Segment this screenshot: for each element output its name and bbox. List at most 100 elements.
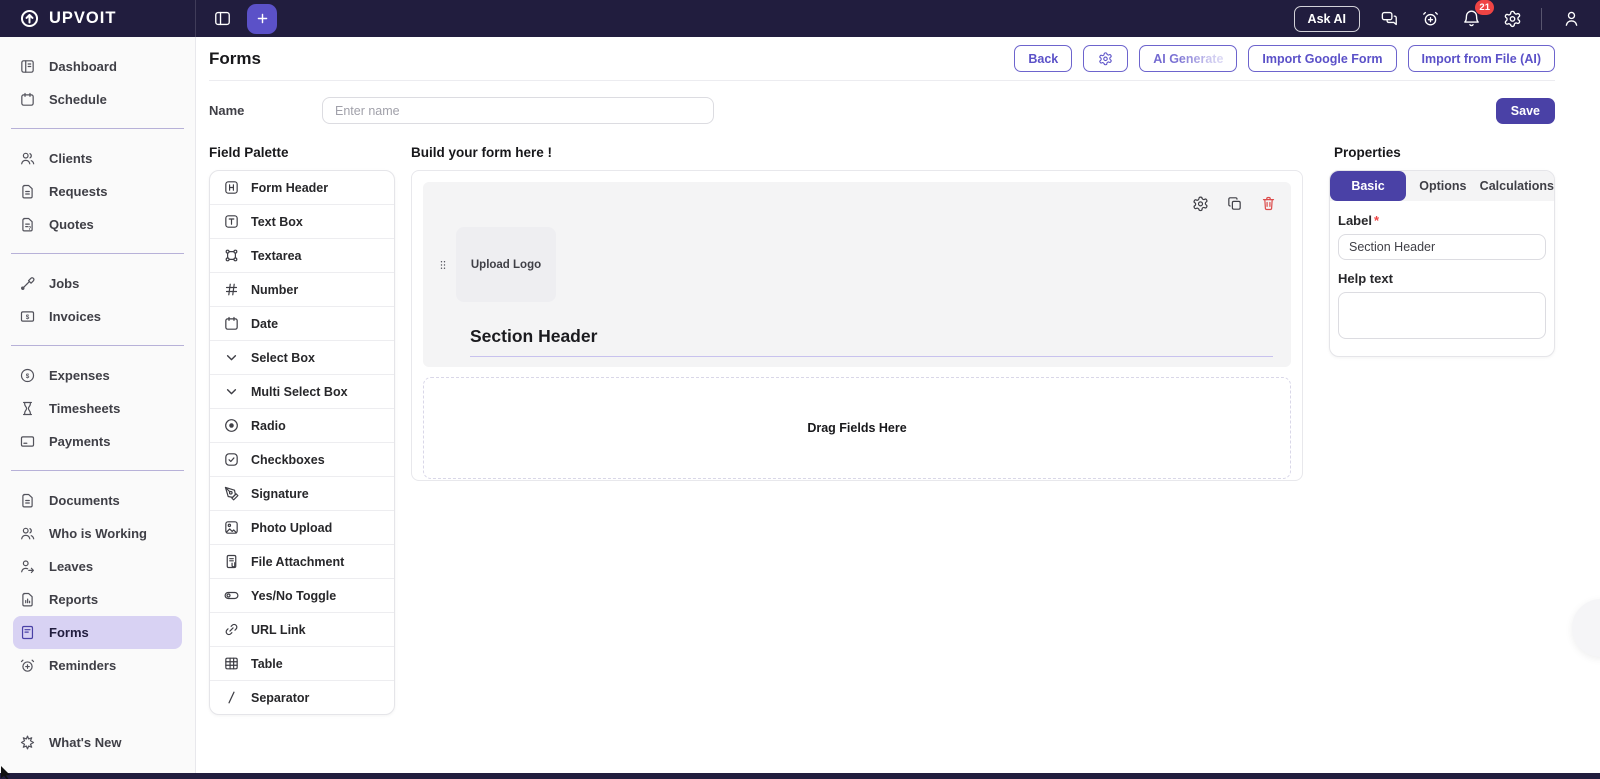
- file-attachment-icon: [223, 553, 240, 570]
- user-profile-icon[interactable]: [1559, 7, 1583, 31]
- save-button[interactable]: Save: [1495, 97, 1555, 124]
- builder-row: Field Palette Form Header Text Box Textare…: [209, 145, 1555, 773]
- palette-item-signature[interactable]: Signature: [210, 477, 394, 511]
- sidebar-item-payments[interactable]: Payments: [13, 425, 182, 458]
- palette-item-separator[interactable]: Separator: [210, 681, 394, 714]
- section-actions: [1191, 194, 1277, 212]
- requests-icon: [19, 183, 36, 200]
- form-canvas-panel: Build your form here ! Upload Logo Secti…: [411, 145, 1303, 481]
- sidebar-divider: [11, 470, 184, 471]
- upload-logo-button[interactable]: Upload Logo: [456, 227, 556, 302]
- palette-item-yes-no-toggle[interactable]: Yes/No Toggle: [210, 579, 394, 613]
- section-delete-trash-icon[interactable]: [1259, 194, 1277, 212]
- radio-icon: [223, 417, 240, 434]
- import-google-form-button[interactable]: Import Google Form: [1248, 45, 1397, 72]
- section-duplicate-icon[interactable]: [1225, 194, 1243, 212]
- import-from-file-button[interactable]: Import from File (AI): [1407, 45, 1555, 72]
- palette-item-textarea[interactable]: Textarea: [210, 239, 394, 273]
- palette-item-text-box[interactable]: Text Box: [210, 205, 394, 239]
- sidebar-item-reports[interactable]: Reports: [13, 583, 182, 616]
- sidebar-item-whats-new[interactable]: What's New: [13, 726, 182, 759]
- back-button[interactable]: Back: [1014, 45, 1073, 72]
- notifications-bell-icon[interactable]: 21: [1459, 0, 1494, 31]
- properties-tabs: Basic Options Calculations: [1330, 171, 1554, 201]
- sidebar-item-label: Schedule: [49, 92, 107, 107]
- sidebar-item-label: Reminders: [49, 658, 117, 673]
- sidebar-item-schedule[interactable]: Schedule: [13, 83, 182, 116]
- palette-item-label: Table: [251, 656, 283, 671]
- palette-item-number[interactable]: Number: [210, 273, 394, 307]
- sidebar-item-label: Quotes: [49, 217, 94, 232]
- palette-item-form-header[interactable]: Form Header: [210, 171, 394, 205]
- sidebar-item-invoices[interactable]: $ Invoices: [13, 300, 182, 333]
- tab-basic[interactable]: Basic: [1330, 171, 1406, 201]
- form-canvas[interactable]: Upload Logo Section Header Drag Fields H…: [411, 170, 1303, 481]
- chat-icon[interactable]: [1377, 7, 1401, 31]
- chevron-down-icon: [223, 349, 240, 366]
- help-text-input[interactable]: [1338, 292, 1546, 339]
- palette-item-checkboxes[interactable]: Checkboxes: [210, 443, 394, 477]
- ai-generate-button[interactable]: AI Generate: [1139, 45, 1238, 72]
- palette-item-select-box[interactable]: Select Box: [210, 341, 394, 375]
- palette-item-url-link[interactable]: URL Link: [210, 613, 394, 647]
- ask-ai-button[interactable]: Ask AI: [1293, 5, 1360, 32]
- brand-logo[interactable]: UPVOIT: [0, 0, 196, 37]
- palette-item-table[interactable]: Table: [210, 647, 394, 681]
- palette-item-label: Number: [251, 282, 299, 297]
- palette-item-label: Select Box: [251, 350, 315, 365]
- sidebar-item-timesheets[interactable]: Timesheets: [13, 392, 182, 425]
- sidebar-item-documents[interactable]: Documents: [13, 484, 182, 517]
- form-name-input[interactable]: [322, 97, 714, 124]
- expenses-icon: $: [19, 367, 36, 384]
- settings-gear-icon[interactable]: [1500, 7, 1524, 31]
- topbar: UPVOIT Ask AI 21: [0, 0, 1600, 37]
- sidebar-divider: [11, 253, 184, 254]
- palette-item-radio[interactable]: Radio: [210, 409, 394, 443]
- sidebar-item-expenses[interactable]: $ Expenses: [13, 359, 182, 392]
- sidebar-item-label: Forms: [49, 625, 89, 640]
- topbar-right-cluster: Ask AI 21: [1293, 0, 1600, 32]
- sidebar-item-who-is-working[interactable]: Who is Working: [13, 517, 182, 550]
- palette-item-file-attachment[interactable]: File Attachment: [210, 545, 394, 579]
- sidebar-item-label: Payments: [49, 434, 111, 449]
- sidebar-item-label: Invoices: [49, 309, 102, 324]
- textarea-icon: [223, 247, 240, 264]
- sidebar-toggle-icon[interactable]: [210, 7, 234, 31]
- tab-options[interactable]: Options: [1406, 171, 1480, 201]
- sidebar-item-label: Leaves: [49, 559, 94, 574]
- page-header: Forms Back AI Generate Import Google For…: [209, 37, 1555, 81]
- drop-zone-hint: Drag Fields Here: [807, 421, 907, 435]
- sidebar-item-quotes[interactable]: ? Quotes: [13, 208, 182, 241]
- section-title-wrap: Section Header: [470, 326, 1273, 357]
- drop-zone[interactable]: Drag Fields Here: [423, 377, 1291, 479]
- mouse-cursor: [1, 766, 10, 779]
- properties-card: BasicOptionsCalculations Label* Help tex…: [1329, 170, 1555, 357]
- sidebar-item-forms[interactable]: Forms: [13, 616, 182, 649]
- table-icon: [223, 655, 240, 672]
- sidebar-item-requests[interactable]: Requests: [13, 175, 182, 208]
- time-tracker-icon[interactable]: [1418, 7, 1442, 31]
- tab-calculations[interactable]: Calculations: [1480, 171, 1554, 201]
- quick-add-button[interactable]: [247, 3, 277, 34]
- upvoit-app: UPVOIT Ask AI 21 Dashboard Schedule Client…: [0, 0, 1600, 779]
- sidebar-item-dashboard[interactable]: Dashboard: [13, 50, 182, 83]
- sidebar-item-leaves[interactable]: Leaves: [13, 550, 182, 583]
- sidebar-item-clients[interactable]: Clients: [13, 142, 182, 175]
- palette-item-label: URL Link: [251, 622, 306, 637]
- sidebar-item-jobs[interactable]: Jobs: [13, 267, 182, 300]
- form-settings-gear-icon[interactable]: [1083, 45, 1129, 72]
- schedule-icon: [19, 91, 36, 108]
- sidebar-item-label: Dashboard: [49, 59, 117, 74]
- label-field-input[interactable]: [1338, 234, 1546, 260]
- drag-handle-icon[interactable]: [437, 256, 449, 274]
- topbar-divider: [1541, 7, 1542, 30]
- sidebar-item-reminders[interactable]: Reminders: [13, 649, 182, 682]
- section-settings-gear-icon[interactable]: [1191, 194, 1209, 212]
- svg-text:$: $: [26, 314, 30, 321]
- section-header-block[interactable]: Upload Logo Section Header: [423, 182, 1291, 367]
- form-header-icon: [223, 179, 240, 196]
- sidebar: Dashboard Schedule Clients Requests? Quotes J…: [0, 37, 196, 773]
- palette-item-date[interactable]: Date: [210, 307, 394, 341]
- palette-item-photo-upload[interactable]: Photo Upload: [210, 511, 394, 545]
- palette-item-multi-select-box[interactable]: Multi Select Box: [210, 375, 394, 409]
